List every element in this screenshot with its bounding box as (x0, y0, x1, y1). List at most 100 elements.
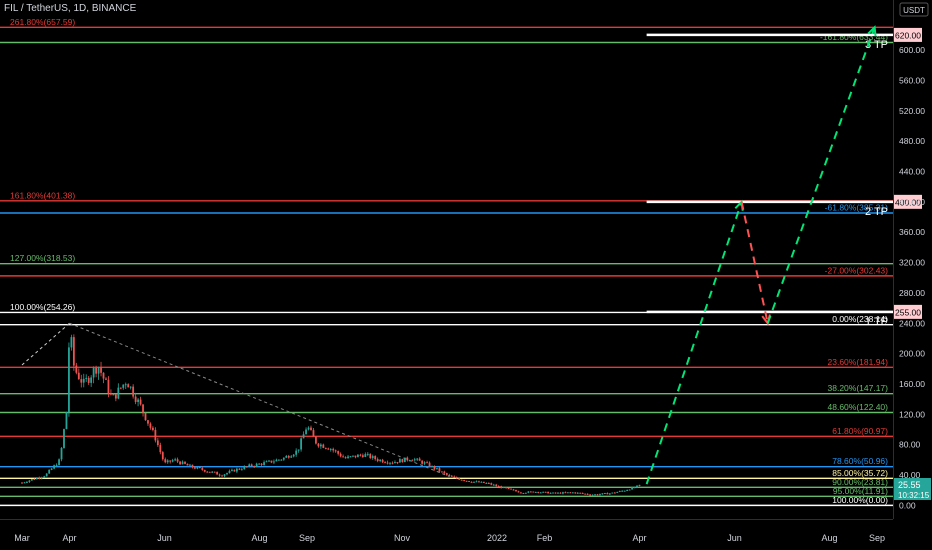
candle-body (164, 459, 167, 463)
candle-body (92, 367, 95, 378)
target-price-tag-text: 620.00 (895, 30, 921, 40)
candle-body (30, 479, 33, 481)
candle-body (604, 493, 606, 495)
candle-body (443, 471, 446, 474)
candle-body (159, 445, 162, 453)
projection-line (740, 201, 769, 324)
candle-body (623, 490, 626, 492)
candle-body (537, 491, 540, 493)
candle-body (391, 462, 394, 464)
candle-body (487, 482, 490, 484)
projection-line (766, 26, 876, 324)
candle-body (618, 490, 621, 492)
candle-body (280, 459, 283, 461)
candle-body (327, 448, 330, 450)
candle-body (223, 474, 226, 477)
candle-body (611, 492, 614, 494)
candle-body (401, 459, 404, 463)
y-tick-label: 280.00 (899, 288, 925, 298)
candle-body (260, 463, 263, 465)
candle-body (181, 461, 184, 465)
candle-body (453, 476, 456, 478)
candle-body (465, 480, 468, 482)
candle-body (127, 384, 130, 388)
candle-body (211, 471, 214, 473)
target-price-tag-text: 255.00 (895, 307, 921, 317)
trend-line (21, 322, 70, 366)
candle-body (95, 367, 97, 374)
candle-body (569, 492, 572, 494)
candle-body (290, 456, 293, 458)
candle-body (342, 456, 344, 458)
y-tick-label: 520.00 (899, 106, 925, 116)
candle-body (82, 378, 85, 383)
candle-body (105, 378, 107, 380)
candle-body (233, 469, 236, 472)
candle-body (213, 471, 216, 473)
x-tick-label: Apr (632, 533, 646, 543)
candle-body (507, 488, 510, 490)
candle-body (114, 394, 117, 399)
y-tick-label: 440.00 (899, 166, 925, 176)
candle-body (119, 387, 122, 389)
candle-body (240, 469, 243, 471)
candle-body (189, 464, 191, 466)
candle-body (302, 434, 305, 439)
candle-body (515, 490, 517, 492)
candle-body (490, 483, 493, 485)
candle-body (45, 473, 48, 477)
candle-body (305, 429, 307, 435)
candle-body (60, 447, 63, 460)
y-tick-label: 240.00 (899, 318, 925, 328)
candle-body (478, 481, 480, 483)
candle-body (601, 493, 604, 495)
candle-body (631, 487, 633, 490)
candle-body (253, 466, 256, 468)
candle-body (228, 470, 231, 473)
candle-body (510, 488, 512, 490)
y-tick-label: 80.00 (899, 440, 921, 450)
candle-body (549, 492, 552, 494)
candle-body (337, 451, 340, 454)
candle-body (445, 473, 448, 475)
candle-body (112, 394, 115, 396)
y-tick-label: 360.00 (899, 227, 925, 237)
candle-body (552, 492, 554, 494)
candle-body (369, 453, 372, 459)
fib-label: -27.00%(302.43) (825, 265, 888, 275)
candle-body (621, 490, 624, 492)
candle-body (458, 478, 461, 480)
candle-body (564, 492, 567, 494)
fib-label: 38.20%(147.17) (828, 383, 889, 393)
x-tick-label: Apr (62, 533, 76, 543)
candle-body (524, 492, 527, 494)
candle-body (334, 450, 337, 452)
candle-body (361, 455, 364, 457)
candle-body (166, 460, 169, 463)
price-chart[interactable]: 261.80%(657.59)-161.80%(633.44)161.80%(4… (0, 0, 932, 550)
candle-body (566, 492, 569, 494)
candle-body (48, 469, 51, 474)
target-name: 1 TP (865, 316, 888, 328)
candle-body (179, 461, 181, 465)
chart-root: FIL / TetherUS, 1D, BINANCE 261.80%(657.… (0, 0, 932, 550)
candle-body (154, 429, 157, 441)
candle-body (586, 493, 589, 495)
candle-body (149, 423, 152, 428)
candle-body (448, 474, 451, 476)
candle-body (339, 453, 342, 457)
candle-body (450, 475, 453, 477)
fib-label: 78.60%(50.96) (832, 456, 888, 466)
candle-body (470, 481, 473, 483)
candle-body (100, 367, 102, 373)
candle-body (374, 456, 377, 460)
candle-body (196, 466, 199, 469)
candle-body (107, 379, 110, 394)
candle-body (428, 462, 431, 467)
candle-body (329, 448, 332, 450)
candle-body (319, 444, 322, 447)
candle-body (156, 440, 159, 446)
candle-body (221, 475, 223, 477)
candle-body (122, 384, 125, 388)
candle-body (364, 454, 367, 457)
